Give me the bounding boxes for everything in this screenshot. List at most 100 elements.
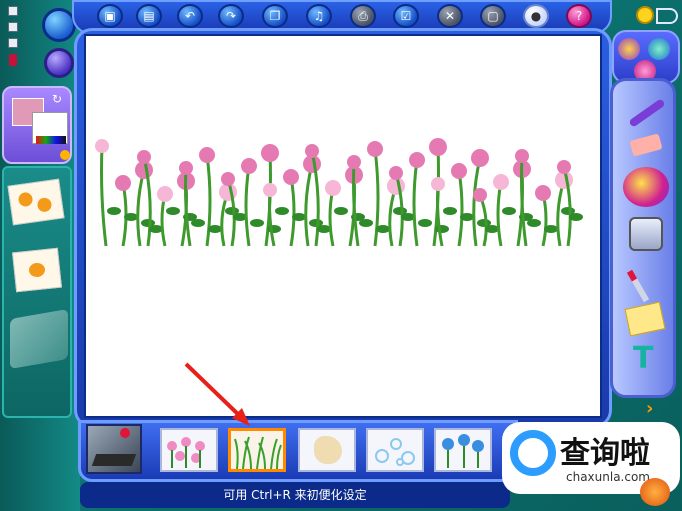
flower-bloom [179, 161, 193, 175]
view-button[interactable] [44, 48, 74, 78]
flower-bloom [115, 175, 131, 191]
stamp-thumbnail-blue-flowers[interactable] [434, 428, 492, 472]
check-button[interactable]: ☑ [393, 4, 419, 28]
flower-leaf [107, 207, 121, 215]
paint-bucket-icon [629, 217, 663, 251]
fish-icon [28, 262, 46, 278]
redo-button[interactable]: ↷ [218, 4, 244, 28]
close-doc-button[interactable]: ✕ [437, 4, 463, 28]
maximize-icon[interactable] [8, 38, 18, 48]
flower-bloom [389, 166, 403, 180]
stamp-thumbnail-grass[interactable] [228, 428, 286, 472]
flower-bloom [367, 141, 383, 157]
minimize-icon[interactable] [8, 6, 18, 16]
flower-leaf [208, 225, 222, 233]
flower-bloom [95, 139, 109, 153]
next-arrow-icon[interactable]: › [646, 398, 653, 419]
shapes-tool[interactable] [623, 299, 669, 339]
flower-bloom [221, 172, 235, 186]
save-icon: ▢ [487, 9, 499, 23]
stamp-roll-category[interactable] [10, 308, 68, 370]
stamp-handle-icon [120, 428, 130, 438]
spray-paint-tool[interactable] [617, 165, 671, 207]
flower-bloom [325, 180, 341, 196]
swap-colors-icon[interactable]: ↻ [52, 92, 62, 106]
flower-leaf [418, 219, 432, 227]
flower-stem [244, 165, 251, 247]
redo-icon: ↷ [225, 9, 237, 23]
file-new-button[interactable]: ▣ [97, 4, 123, 28]
home-button[interactable] [42, 8, 76, 42]
undo-button[interactable]: ↶ [177, 4, 203, 28]
close-icon: ✕ [444, 9, 456, 23]
stamp-pad-icon [91, 454, 137, 466]
flower-stem [268, 189, 276, 247]
text-tool-icon: T [633, 341, 654, 376]
tool-rail: T [610, 78, 676, 398]
sunflower-stamp-category[interactable] [7, 178, 65, 226]
copy-button[interactable]: ❐ [262, 4, 288, 28]
sun-icon [636, 6, 654, 24]
open-button[interactable]: ▤ [136, 4, 162, 28]
drawing-canvas[interactable] [84, 34, 602, 418]
exit-icon[interactable] [9, 54, 17, 66]
flower-stem [472, 157, 482, 247]
paint-bucket-tool[interactable] [623, 215, 669, 255]
go-button[interactable] [640, 478, 670, 506]
flower-leaf [435, 225, 449, 233]
flower-bloom [409, 152, 425, 168]
flower-bloom [429, 138, 447, 156]
open-icon: ▤ [143, 9, 155, 23]
flower-leaf [275, 207, 289, 215]
eraser-icon [629, 133, 663, 157]
stamp-thumbnail-beige-shape[interactable] [298, 428, 356, 472]
tip-button[interactable]: ● [523, 4, 549, 28]
spray-can-icon [623, 167, 669, 207]
flower-leaf [359, 219, 373, 227]
print-button[interactable]: ⎙ [350, 4, 376, 28]
flower-leaf [334, 207, 348, 215]
music-button[interactable]: ♫ [306, 4, 332, 28]
flower-stem [304, 163, 314, 247]
flower-leaf [292, 213, 306, 221]
copy-icon: ❐ [269, 9, 281, 23]
magic-star-button[interactable] [618, 38, 640, 60]
flower-bloom [241, 158, 257, 174]
flower-bloom [347, 155, 361, 169]
paintbrush-tool[interactable] [623, 91, 669, 131]
stamp-thumbnail-bubbles[interactable] [366, 428, 424, 472]
flower-leaf [376, 225, 390, 233]
palette-handle-icon[interactable] [60, 150, 70, 160]
eraser-tool[interactable] [623, 127, 669, 167]
goldfish-stamp-category[interactable] [12, 247, 62, 293]
stamp-tool-preview[interactable] [86, 424, 142, 474]
beige-blob-icon [314, 436, 342, 464]
flower-leaf [250, 219, 264, 227]
flower-leaf [485, 225, 499, 233]
save-button[interactable]: ▢ [480, 4, 506, 28]
text-tool[interactable]: T [623, 339, 669, 379]
bubbles-icon [375, 438, 415, 466]
flower-leaf [502, 207, 516, 215]
color-strip[interactable] [36, 136, 66, 144]
flower-bloom [493, 174, 509, 190]
flower-bloom [557, 160, 571, 174]
blue-flowers-icon [442, 434, 484, 468]
pointer-arrow-annotation [184, 362, 250, 426]
flower-bloom [305, 144, 319, 158]
flower-bloom [157, 186, 173, 202]
globe-button[interactable] [648, 38, 670, 60]
help-button[interactable]: ? [566, 4, 592, 28]
flower-bloom [515, 149, 529, 163]
sunflower-icon [36, 196, 53, 213]
flower-leaf [124, 213, 138, 221]
stamp-thumbnail-pink-flowers[interactable] [160, 428, 218, 472]
watermark-title: 查询啦 [560, 436, 650, 471]
sunflower-icon [17, 191, 34, 208]
restore-icon[interactable] [8, 22, 18, 32]
flower-leaf [443, 207, 457, 215]
flower-stamps-drawing [95, 138, 583, 247]
paintbrush-icon [628, 98, 666, 128]
shapes-icon [624, 301, 666, 337]
flower-bloom [199, 147, 215, 163]
